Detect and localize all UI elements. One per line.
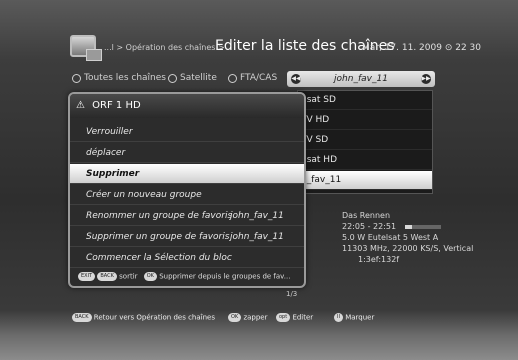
menu-item-lock[interactable]: Verrouiller bbox=[70, 122, 304, 142]
program-time-row: 22:05 - 22:51 bbox=[342, 221, 473, 232]
ok-key-icon: OK bbox=[228, 313, 242, 322]
menu-item-label: Supprimer bbox=[86, 169, 140, 179]
list-item-selected[interactable]: n_fav_11 bbox=[298, 171, 432, 190]
list-item[interactable]: nsat SD bbox=[298, 91, 432, 110]
popup-footer: EXIT BACK sortir OK Supprimer depuis le … bbox=[70, 272, 304, 288]
menu-item-move[interactable]: déplacer bbox=[70, 143, 304, 163]
popup-title: ORF 1 HD bbox=[92, 100, 141, 111]
filter-satellite-radio[interactable]: Satellite bbox=[168, 73, 217, 83]
list-item[interactable]: TV SD bbox=[298, 131, 432, 150]
fast-forward-icon[interactable]: ▶▶ bbox=[421, 74, 431, 84]
tv-icon bbox=[70, 35, 102, 61]
breadcrumb[interactable]: ...l > Opération des chaînes > bbox=[104, 43, 225, 52]
back-key-label: sortir bbox=[119, 272, 138, 281]
menu-item-create-group[interactable]: Créer un nouveau groupe bbox=[70, 185, 304, 205]
page-number: 1/3 bbox=[286, 290, 298, 298]
opt-key-icon: opt bbox=[276, 313, 291, 322]
opt-hint[interactable]: opt Editer bbox=[276, 313, 313, 322]
filter-satellite-label: Satellite bbox=[180, 73, 217, 83]
favorite-group-selector[interactable]: ◀◀ john_fav_11 ▶▶ bbox=[287, 71, 435, 87]
radio-icon bbox=[168, 73, 177, 83]
filter-fta-label: FTA/CAS bbox=[240, 73, 278, 83]
mark-hint[interactable]: II Marquer bbox=[334, 313, 374, 322]
menu-item-block-selection[interactable]: Commencer la Sélection du bloc bbox=[70, 248, 304, 268]
popup-header: ⚠ ORF 1 HD bbox=[70, 94, 304, 118]
list-item[interactable]: TV HD bbox=[298, 111, 432, 130]
ok-hint-label: zapper bbox=[243, 313, 268, 322]
screen: ...l > Opération des chaînes > Editer la… bbox=[0, 0, 518, 360]
radio-icon bbox=[228, 73, 237, 83]
back-key-icon: BACK bbox=[72, 313, 92, 322]
program-progress bbox=[404, 224, 441, 229]
pause-key-icon: II bbox=[334, 313, 343, 322]
warning-icon: ⚠ bbox=[76, 100, 85, 111]
menu-item-value: john_fav_11 bbox=[230, 232, 284, 242]
menu-item-rename-group[interactable]: Renommer un groupe de favoris john_fav_1… bbox=[70, 206, 304, 226]
ok-hint[interactable]: OK zapper bbox=[228, 313, 268, 322]
program-name: Das Rennen bbox=[342, 211, 391, 220]
bottom-help-bar: BACK Retour vers Opération des chaînes O… bbox=[68, 310, 488, 326]
menu-item-label: Verrouiller bbox=[86, 127, 133, 137]
menu-item-label: Supprimer un groupe de favoris bbox=[86, 232, 230, 242]
ok-key-label: Supprimer depuis le groupes de fav... bbox=[159, 272, 291, 281]
channel-info: Das Rennen 22:05 - 22:51 5.0 W Eutelsat … bbox=[342, 210, 473, 265]
favorite-group-value: john_fav_11 bbox=[334, 74, 388, 84]
filter-all-label: Toutes les chaînes bbox=[84, 73, 166, 83]
options-popup: ⚠ ORF 1 HD Verrouiller déplacer Supprime… bbox=[68, 92, 306, 288]
title-bar: ...l > Opération des chaînes > Editer la… bbox=[0, 30, 518, 70]
menu-item-label: déplacer bbox=[86, 148, 126, 158]
back-hint-label: Retour vers Opération des chaînes bbox=[93, 313, 215, 322]
ok-key-icon[interactable]: OK bbox=[143, 272, 157, 281]
frequency: 11303 MHz, 22000 KS/S, Vertical bbox=[342, 244, 474, 253]
menu-item-label: Commencer la Sélection du bloc bbox=[86, 253, 232, 263]
program-time: 22:05 - 22:51 bbox=[342, 222, 397, 231]
transponder: 5.0 W Eutelsat 5 West A bbox=[342, 233, 439, 242]
datetime: Mar, 17. 11. 2009 ⊙ 22 30 bbox=[362, 43, 481, 53]
menu-item-label: Créer un nouveau groupe bbox=[86, 190, 202, 200]
list-item[interactable]: nsat HD bbox=[298, 151, 432, 170]
menu-item-value: john_fav_11 bbox=[230, 211, 284, 221]
back-hint[interactable]: BACK Retour vers Opération des chaînes bbox=[72, 313, 215, 322]
back-key-icon[interactable]: BACK bbox=[97, 272, 117, 281]
opt-hint-label: Editer bbox=[292, 313, 314, 322]
mark-hint-label: Marquer bbox=[345, 313, 375, 322]
menu-item-delete[interactable]: Supprimer bbox=[70, 164, 304, 184]
favorite-channel-list: nsat SD TV HD TV SD nsat HD n_fav_11 bbox=[297, 90, 433, 194]
radio-icon bbox=[72, 73, 81, 83]
filter-all-radio[interactable]: Toutes les chaînes bbox=[72, 73, 166, 83]
menu-item-delete-group[interactable]: Supprimer un groupe de favoris john_fav_… bbox=[70, 227, 304, 247]
filter-fta-radio[interactable]: FTA/CAS bbox=[228, 73, 277, 83]
exit-key-icon[interactable]: EXIT bbox=[78, 272, 96, 281]
menu-item-label: Renommer un groupe de favoris bbox=[86, 211, 233, 221]
channel-id: 1:3ef:132f bbox=[358, 255, 400, 264]
